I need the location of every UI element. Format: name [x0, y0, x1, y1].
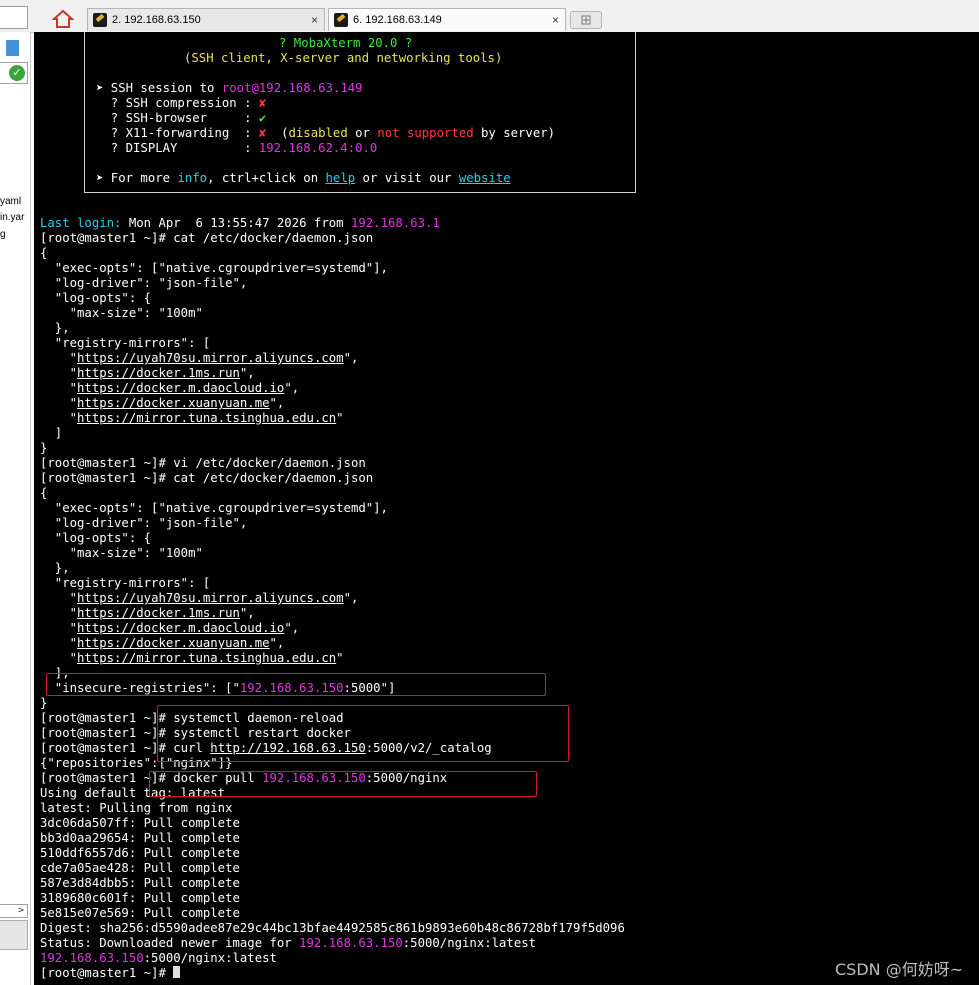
output-line: 587e3d84dbb5: Pull complete: [40, 876, 240, 890]
mirror-link[interactable]: https://uyah70su.mirror.aliyuncs.com: [77, 591, 344, 605]
file-item[interactable]: yaml: [0, 196, 21, 207]
command-line: [root@master1 ~]# vi /etc/docker/daemon.…: [40, 456, 366, 470]
file-item[interactable]: in.yar: [0, 212, 24, 223]
command-line: [root@master1 ~]# cat /etc/docker/daemon…: [40, 471, 374, 485]
output-line: 192.168.63.150:5000/nginx:latest: [40, 951, 277, 965]
output-line: 5e815e07e569: Pull complete: [40, 906, 240, 920]
mirror-link[interactable]: https://mirror.tuna.tsinghua.edu.cn: [77, 411, 336, 425]
json-line: "log-driver": "json-file",: [40, 516, 248, 530]
json-line: },: [40, 321, 70, 335]
document-icon[interactable]: [6, 40, 19, 56]
tab-bar: 2. 192.168.63.150 × 6. 192.168.63.149 ×: [0, 0, 979, 33]
output-line: 510ddf6557d6: Pull complete: [40, 846, 240, 860]
command-line: [root@master1 ~]#: [40, 966, 181, 981]
json-url-line: "https://docker.m.daocloud.io",: [40, 621, 300, 635]
mirror-link[interactable]: https://docker.m.daocloud.io: [77, 621, 284, 635]
json-line: }: [40, 441, 48, 455]
json-line: "max-size": "100m": [40, 306, 203, 320]
tab-session-6[interactable]: 6. 192.168.63.149 ×: [328, 8, 566, 31]
json-line: "log-opts": {: [40, 531, 152, 545]
json-url-line: "https://docker.1ms.run",: [40, 606, 255, 620]
check-icon: ✓: [9, 65, 25, 81]
output-line: Status: Downloaded newer image for 192.1…: [40, 936, 537, 950]
json-url-line: "https://uyah70su.mirror.aliyuncs.com",: [40, 591, 359, 605]
csdn-watermark: CSDN @何妨呀~: [835, 960, 964, 979]
json-line: "registry-mirrors": [: [40, 576, 211, 590]
output-line: 3dc06da507ff: Pull complete: [40, 816, 240, 830]
json-line: "exec-opts": ["native.cgroupdriver=syste…: [40, 261, 388, 275]
json-line: },: [40, 561, 70, 575]
banner-more-info: ➤ For more info, ctrl+click on help or v…: [96, 171, 511, 185]
banner-title: ? MobaXterm 20.0 ?: [279, 36, 413, 50]
mirror-link[interactable]: https://uyah70su.mirror.aliyuncs.com: [77, 351, 344, 365]
json-line: ]: [40, 426, 63, 440]
output-line: latest: Pulling from nginx: [40, 801, 233, 815]
ssh-terminal-icon: [93, 13, 107, 27]
terminal-output[interactable]: ? MobaXterm 20.0 ? (SSH client, X-server…: [34, 32, 979, 985]
sftp-sidebar: ✓ yaml in.yar g >: [0, 32, 31, 985]
json-url-line: "https://mirror.tuna.tsinghua.edu.cn": [40, 411, 344, 425]
banner-display: ? DISPLAY : 192.168.62.4:0.0: [96, 141, 378, 155]
website-link[interactable]: website: [459, 171, 511, 185]
output-line: Digest: sha256:d5590adee87e29c44bc13bfae…: [40, 921, 625, 935]
json-url-line: "https://uyah70su.mirror.aliyuncs.com",: [40, 351, 359, 365]
json-url-line: "https://docker.xuanyuan.me",: [40, 396, 285, 410]
banner-ssh-compression: ? SSH compression : ✘: [96, 96, 267, 110]
help-link[interactable]: help: [326, 171, 356, 185]
tab-label: 2. 192.168.63.150: [112, 14, 201, 26]
mirror-link[interactable]: https://docker.1ms.run: [77, 606, 240, 620]
json-line: {: [40, 486, 48, 500]
json-line: "exec-opts": ["native.cgroupdriver=syste…: [40, 501, 388, 515]
sidebar-scrollbar[interactable]: [0, 920, 28, 950]
output-line: bb3d0aa29654: Pull complete: [40, 831, 240, 845]
banner-x11-forwarding: ? X11-forwarding : ✘ (disabled or not su…: [96, 126, 556, 140]
scroll-right-button[interactable]: >: [0, 904, 28, 918]
quick-connect-input[interactable]: [0, 6, 28, 29]
json-line: {: [40, 246, 48, 260]
tab-label: 6. 192.168.63.149: [353, 14, 442, 26]
last-login-line: Last login: Mon Apr 6 13:55:47 2026 from…: [40, 216, 440, 230]
json-url-line: "https://mirror.tuna.tsinghua.edu.cn": [40, 651, 344, 665]
tab-close-icon[interactable]: ×: [552, 9, 559, 31]
json-url-line: "https://docker.xuanyuan.me",: [40, 636, 285, 650]
highlight-box-restart-commands: [157, 705, 569, 762]
banner-ssh-browser: ? SSH-browser : ✔: [96, 111, 267, 125]
mirror-link[interactable]: https://docker.xuanyuan.me: [77, 396, 270, 410]
output-line: cde7a05ae428: Pull complete: [40, 861, 240, 875]
json-url-line: "https://docker.1ms.run",: [40, 366, 255, 380]
banner-subtitle: (SSH client, X-server and networking too…: [184, 51, 503, 65]
mirror-link[interactable]: https://mirror.tuna.tsinghua.edu.cn: [77, 651, 336, 665]
tab-session-2[interactable]: 2. 192.168.63.150 ×: [87, 8, 325, 31]
banner-session-line: ➤ SSH session to root@192.168.63.149: [96, 81, 363, 95]
terminal-cursor: [173, 966, 181, 978]
command-line: [root@master1 ~]# cat /etc/docker/daemon…: [40, 231, 374, 245]
json-url-line: "https://docker.m.daocloud.io",: [40, 381, 300, 395]
json-line: "log-opts": {: [40, 291, 152, 305]
tab-close-icon[interactable]: ×: [311, 9, 318, 31]
json-line: }: [40, 696, 48, 710]
json-line: "registry-mirrors": [: [40, 336, 211, 350]
json-line: "max-size": "100m": [40, 546, 203, 560]
ssh-terminal-icon: [334, 13, 348, 27]
home-icon: [51, 9, 75, 28]
mirror-link[interactable]: https://docker.m.daocloud.io: [77, 381, 284, 395]
plus-icon: [581, 15, 591, 25]
output-line: 3189680c601f: Pull complete: [40, 891, 240, 905]
new-tab-button[interactable]: [570, 11, 602, 29]
highlight-box-insecure-registries: [46, 673, 546, 696]
mirror-link[interactable]: https://docker.xuanyuan.me: [77, 636, 270, 650]
home-tab-button[interactable]: [51, 8, 75, 30]
highlight-box-docker-pull: [149, 771, 537, 797]
mirror-link[interactable]: https://docker.1ms.run: [77, 366, 240, 380]
file-item[interactable]: g: [0, 229, 6, 240]
json-line: "log-driver": "json-file",: [40, 276, 248, 290]
